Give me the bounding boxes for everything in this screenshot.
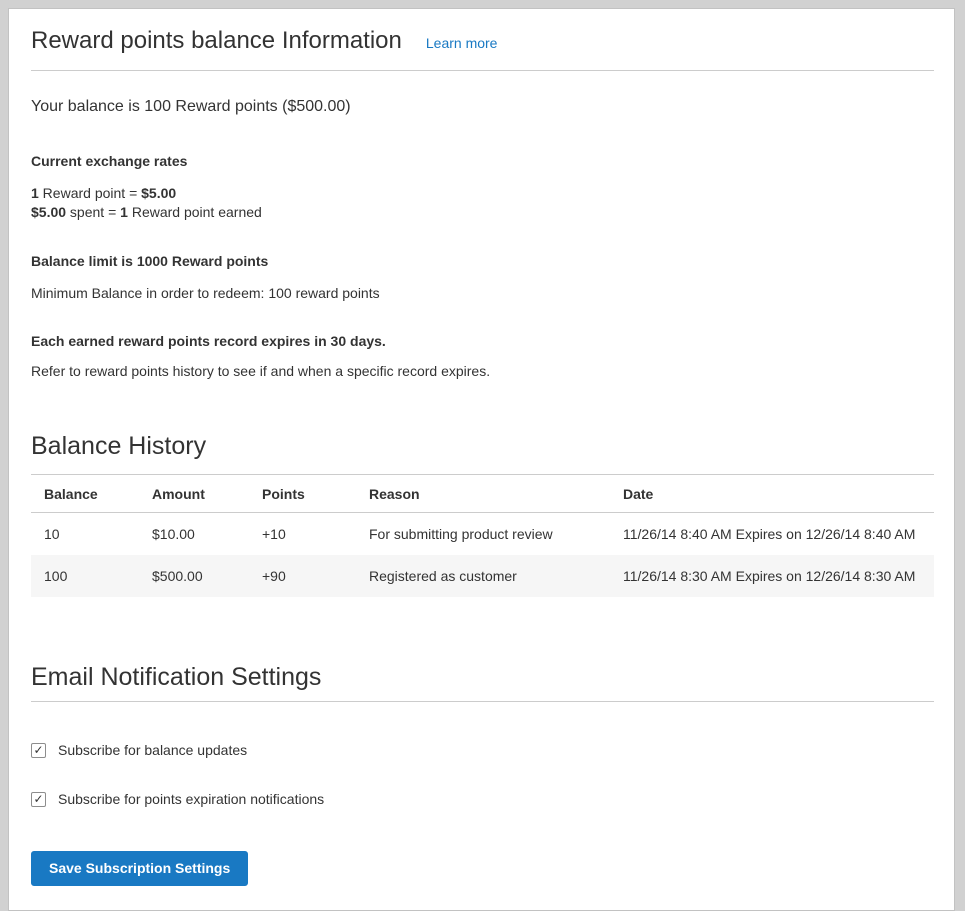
checkmark-icon: ✓ [33, 793, 43, 805]
page-header: Reward points balance Information Learn … [31, 27, 934, 71]
cell-date: 11/26/14 8:30 AM Expires on 12/26/14 8:3… [610, 555, 934, 597]
cell-amount: $10.00 [139, 513, 249, 556]
cell-date: 11/26/14 8:40 AM Expires on 12/26/14 8:4… [610, 513, 934, 556]
cell-reason: Registered as customer [356, 555, 610, 597]
column-header-amount: Amount [139, 475, 249, 513]
points-expiration-label: Subscribe for points expiration notifica… [58, 791, 324, 807]
cell-amount: $500.00 [139, 555, 249, 597]
save-subscription-settings-button[interactable]: Save Subscription Settings [31, 851, 248, 886]
cell-balance: 10 [31, 513, 139, 556]
table-row: 10 $10.00 +10 For submitting product rev… [31, 513, 934, 556]
page-title: Reward points balance Information [31, 27, 402, 55]
balance-updates-checkbox[interactable]: ✓ [31, 743, 46, 758]
exchange-rate-line-earn-value: 1 Reward point = $5.00 [31, 184, 934, 203]
email-notification-header: Email Notification Settings [31, 663, 934, 702]
points-expiration-checkbox[interactable]: ✓ [31, 792, 46, 807]
exchange-rates-heading: Current exchange rates [31, 153, 934, 169]
balance-updates-option: ✓ Subscribe for balance updates [31, 742, 934, 758]
balance-updates-label: Subscribe for balance updates [58, 742, 247, 758]
expiration-note-text: Refer to reward points history to see if… [31, 363, 934, 379]
cell-points: +10 [249, 513, 356, 556]
column-header-balance: Balance [31, 475, 139, 513]
learn-more-link[interactable]: Learn more [426, 35, 498, 51]
email-notification-heading: Email Notification Settings [31, 663, 934, 692]
balance-history-table: Balance Amount Points Reason Date 10 $10… [31, 474, 934, 597]
table-header-row: Balance Amount Points Reason Date [31, 475, 934, 513]
expiration-rule-text: Each earned reward points record expires… [31, 333, 934, 349]
table-row: 100 $500.00 +90 Registered as customer 1… [31, 555, 934, 597]
balance-summary: Your balance is 100 Reward points ($500.… [31, 97, 934, 117]
balance-limit-text: Balance limit is 1000 Reward points [31, 253, 934, 269]
points-expiration-option: ✓ Subscribe for points expiration notifi… [31, 791, 934, 807]
column-header-points: Points [249, 475, 356, 513]
cell-reason: For submitting product review [356, 513, 610, 556]
exchange-rate-lines: 1 Reward point = $5.00 $5.00 spent = 1 R… [31, 184, 934, 222]
balance-history-heading: Balance History [31, 432, 934, 461]
checkmark-icon: ✓ [33, 744, 43, 756]
minimum-balance-text: Minimum Balance in order to redeem: 100 … [31, 285, 934, 301]
reward-points-card: Reward points balance Information Learn … [8, 8, 955, 911]
column-header-reason: Reason [356, 475, 610, 513]
cell-points: +90 [249, 555, 356, 597]
column-header-date: Date [610, 475, 934, 513]
cell-balance: 100 [31, 555, 139, 597]
exchange-rate-line-spend-earn: $5.00 spent = 1 Reward point earned [31, 203, 934, 222]
